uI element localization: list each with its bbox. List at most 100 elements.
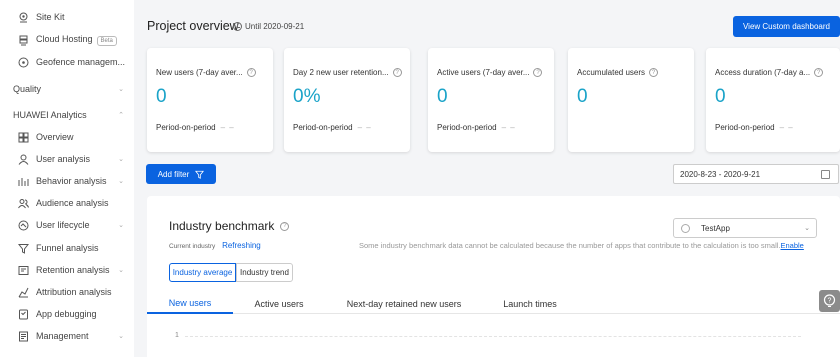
help-icon[interactable]: ?: [533, 68, 543, 77]
enable-link[interactable]: Enable: [781, 241, 804, 250]
retention-icon: [18, 265, 29, 276]
calendar-icon: [821, 170, 830, 179]
grid-icon: [18, 132, 29, 143]
sidebar-item-geofence[interactable]: Geofence managem...: [0, 53, 134, 71]
card-footer: Period-on-period – –: [156, 123, 235, 132]
metric-card-access-duration[interactable]: Access duration (7-day a...? 0 Period-on…: [706, 48, 840, 152]
sidebar-item-audience-analysis[interactable]: Audience analysis: [0, 194, 134, 212]
card-title-text: Day 2 new user retention...: [293, 68, 389, 77]
period-on-period-label: Period-on-period: [293, 123, 353, 132]
sidebar-item-label: Quality: [13, 84, 42, 94]
current-industry-value: Refreshing: [222, 241, 261, 250]
current-industry: Current industry Refreshing: [169, 241, 261, 250]
help-icon[interactable]: ?: [649, 68, 659, 77]
behavior-chart-icon: [18, 176, 29, 187]
period-on-period-value: – –: [357, 123, 372, 132]
metric-card-day2-retention[interactable]: Day 2 new user retention...? 0% Period-o…: [284, 48, 410, 152]
help-icon[interactable]: ?: [392, 68, 402, 77]
period-on-period-value: – –: [501, 123, 516, 132]
funnel-icon: [195, 170, 205, 179]
tab-launch-times[interactable]: Launch times: [497, 294, 563, 314]
until-date-text: Until 2020-09-21: [245, 22, 305, 31]
tab-new-users[interactable]: New users: [147, 294, 233, 314]
card-footer: Period-on-period – –: [715, 123, 794, 132]
main-content: Project overview Until 2020-09-21 View C…: [140, 0, 840, 357]
tab-next-day-retained[interactable]: Next-day retained new users: [339, 294, 469, 314]
card-value: 0: [437, 86, 448, 107]
add-filter-label: Add filter: [157, 169, 190, 179]
chart-gridline: [185, 336, 801, 337]
location-pin-icon: [18, 12, 29, 23]
sidebar-item-huawei-analytics[interactable]: HUAWEI Analytics ⌃: [0, 106, 134, 124]
card-title: New users (7-day aver...?: [156, 68, 256, 77]
sidebar-item-label: Funnel analysis: [36, 243, 99, 253]
period-on-period-label: Period-on-period: [437, 123, 497, 132]
sidebar-item-label: Overview: [36, 132, 74, 142]
sidebar-item-behavior-analysis[interactable]: Behavior analysis ⌄: [0, 172, 134, 190]
chevron-down-icon: ⌄: [118, 156, 124, 163]
sidebar-item-management[interactable]: Management ⌄: [0, 327, 134, 345]
help-icon[interactable]: ?: [814, 68, 824, 77]
chevron-down-icon: ⌄: [118, 267, 124, 274]
sidebar-item-attribution-analysis[interactable]: Attribution analysis: [0, 283, 134, 301]
help-icon[interactable]: ?: [246, 68, 256, 77]
server-icon: [18, 35, 29, 46]
attribution-icon: [18, 287, 29, 298]
sidebar-item-user-lifecycle[interactable]: User lifecycle ⌄: [0, 216, 134, 234]
metric-card-active-users[interactable]: Active users (7-day aver...? 0 Period-on…: [428, 48, 554, 152]
sidebar-item-label: User analysis: [36, 154, 91, 164]
tab-active-users[interactable]: Active users: [245, 294, 313, 314]
sidebar-item-label: Audience analysis: [36, 198, 109, 208]
add-filter-button[interactable]: Add filter: [146, 164, 216, 184]
sidebar-item-label: HUAWEI Analytics: [13, 110, 87, 120]
card-value: 0: [156, 86, 167, 107]
metric-card-new-users[interactable]: New users (7-day aver...? 0 Period-on-pe…: [147, 48, 273, 152]
chevron-up-icon: ⌃: [118, 112, 124, 119]
page-title: Project overview: [147, 19, 239, 33]
sidebar-item-overview[interactable]: Overview: [0, 128, 134, 146]
sidebar-item-user-analysis[interactable]: User analysis ⌄: [0, 150, 134, 168]
card-title: Access duration (7-day a...?: [715, 68, 824, 77]
card-title-text: Accumulated users: [577, 68, 646, 77]
period-on-period-label: Period-on-period: [715, 123, 775, 132]
sidebar-item-funnel-analysis[interactable]: Funnel analysis: [0, 239, 134, 257]
card-footer: Period-on-period – –: [293, 123, 372, 132]
app-select[interactable]: TestApp ⌄: [673, 218, 817, 238]
period-on-period-value: – –: [220, 123, 235, 132]
beta-badge: Beta: [96, 36, 117, 46]
benchmark-tabs: New users Active users Next-day retained…: [147, 294, 840, 314]
sidebar-item-label: App debugging: [36, 309, 97, 319]
lifecycle-icon: [18, 220, 29, 231]
chevron-down-icon: ⌄: [118, 222, 124, 229]
card-value: 0: [577, 86, 588, 107]
chevron-down-icon: ⌄: [118, 333, 124, 340]
svg-text:?: ?: [828, 298, 832, 305]
sidebar-item-app-debugging[interactable]: App debugging: [0, 305, 134, 323]
benchmark-notice: Some industry benchmark data cannot be c…: [359, 241, 804, 250]
toggle-industry-average[interactable]: Industry average: [169, 263, 236, 282]
sidebar-item-label: Geofence managem...: [36, 57, 126, 67]
sidebar-item-label: Attribution analysis: [36, 287, 112, 297]
card-footer: Period-on-period – –: [437, 123, 516, 132]
current-industry-label: Current industry: [169, 243, 216, 250]
sidebar-item-retention-analysis[interactable]: Retention analysis ⌄: [0, 261, 134, 279]
sidebar-item-cloud-hosting[interactable]: Cloud Hosting Beta: [0, 31, 134, 49]
industry-benchmark-title: Industry benchmark ?: [169, 219, 290, 233]
date-range-picker[interactable]: 2020-8-23 - 2020-9-21: [673, 164, 839, 184]
chevron-down-icon: ⌄: [804, 225, 810, 232]
metric-card-accumulated-users[interactable]: Accumulated users? 0: [568, 48, 694, 152]
info-icon[interactable]: ?: [280, 221, 290, 231]
sidebar-item-quality[interactable]: Quality ⌄: [0, 80, 134, 98]
card-title: Day 2 new user retention...?: [293, 68, 402, 77]
sidebar-item-site-kit[interactable]: Site Kit: [0, 8, 134, 26]
chevron-down-icon: ⌄: [118, 178, 124, 185]
help-bulb-icon: ?: [823, 294, 836, 307]
sidebar-item-label: Retention analysis: [36, 265, 110, 275]
view-custom-dashboard-button[interactable]: View Custom dashboard: [733, 16, 840, 37]
app-root: Site Kit Cloud Hosting Beta Geofence mana…: [0, 0, 840, 357]
toggle-industry-trend[interactable]: Industry trend: [236, 263, 293, 282]
help-float-button[interactable]: ?: [819, 290, 840, 312]
period-on-period-value: – –: [779, 123, 794, 132]
industry-benchmark-title-text: Industry benchmark: [169, 219, 275, 233]
debug-icon: [18, 309, 29, 320]
